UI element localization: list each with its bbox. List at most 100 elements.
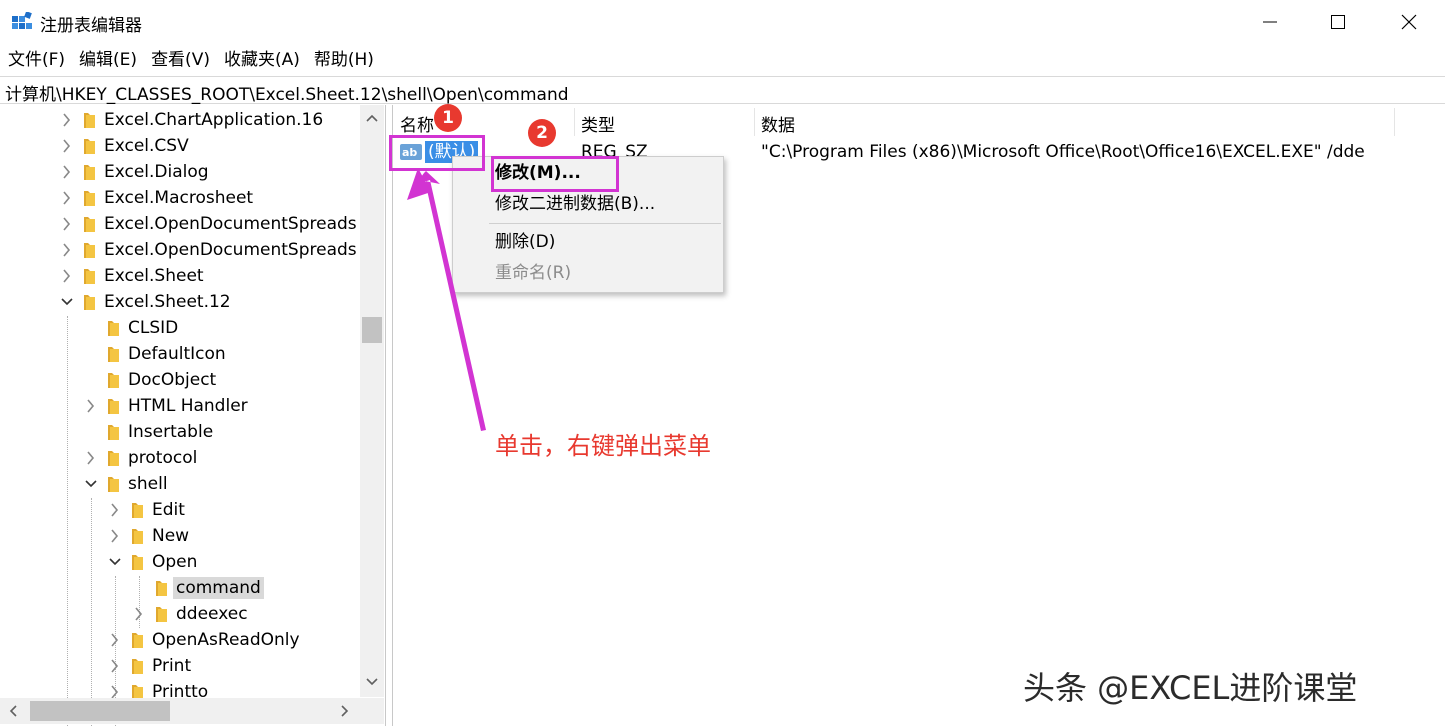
menu-file[interactable]: 文件(F): [0, 46, 71, 74]
tree-item-label: CLSID: [128, 318, 179, 338]
tree-item-label: OpenAsReadOnly: [152, 630, 300, 650]
maximize-icon: [1331, 15, 1345, 29]
tree-scroll-thumb[interactable]: [362, 317, 382, 343]
chevron-right-icon[interactable]: [108, 657, 122, 675]
tree-item[interactable]: command: [0, 575, 360, 601]
tree-item[interactable]: Excel.OpenDocumentSpreads: [0, 211, 360, 237]
column-header-type[interactable]: 类型: [575, 108, 755, 136]
chevron-down-icon[interactable]: [60, 293, 74, 311]
menu-help[interactable]: 帮助(H): [306, 46, 380, 74]
chevron-right-icon[interactable]: [60, 267, 74, 285]
folder-icon: [108, 425, 119, 440]
tree-item[interactable]: ddeexec: [0, 601, 360, 627]
tree-item[interactable]: Excel.Sheet: [0, 263, 360, 289]
folder-icon: [132, 659, 143, 674]
scroll-down-icon[interactable]: [365, 677, 379, 687]
folder-icon: [108, 373, 119, 388]
registry-editor-icon: [12, 12, 32, 29]
pane-splitter[interactable]: [387, 105, 393, 726]
menu-separator: [489, 223, 721, 224]
tree-item-label: Excel.OpenDocumentSpreads: [104, 240, 357, 260]
chevron-right-icon[interactable]: [60, 215, 74, 233]
tree-item[interactable]: HTML Handler: [0, 393, 360, 419]
folder-icon: [108, 477, 119, 492]
scroll-right-icon[interactable]: [340, 704, 350, 718]
tree-item[interactable]: New: [0, 523, 360, 549]
folder-icon: [108, 321, 119, 336]
close-icon: [1401, 14, 1417, 30]
menu-rename[interactable]: 重命名(R): [495, 261, 571, 287]
menu-delete[interactable]: 删除(D): [495, 230, 555, 256]
folder-icon: [132, 555, 143, 570]
tree-item[interactable]: Open: [0, 549, 360, 575]
folder-icon: [84, 165, 95, 180]
chevron-right-icon[interactable]: [60, 241, 74, 259]
folder-icon: [84, 295, 95, 310]
chevron-right-icon[interactable]: [84, 449, 98, 467]
tree-item-label: DefaultIcon: [128, 344, 226, 364]
tree-item[interactable]: Edit: [0, 497, 360, 523]
tree-item[interactable]: Excel.CSV: [0, 133, 360, 159]
tree-item[interactable]: OpenAsReadOnly: [0, 627, 360, 653]
tree-item[interactable]: Excel.Macrosheet: [0, 185, 360, 211]
folder-icon: [84, 191, 95, 206]
tree-item[interactable]: Excel.Dialog: [0, 159, 360, 185]
folder-icon: [132, 529, 143, 544]
key-tree: Excel.ChartApplication.16 Excel.CSV Excel.…: [0, 105, 386, 726]
folder-icon: [156, 581, 167, 596]
column-header-data[interactable]: 数据: [755, 108, 1395, 136]
tree-item[interactable]: Excel.Sheet.12: [0, 289, 360, 315]
chevron-right-icon[interactable]: [60, 163, 74, 181]
tree-item[interactable]: Excel.OpenDocumentSpreads: [0, 237, 360, 263]
tree-item[interactable]: Print: [0, 653, 360, 679]
tree-item-label: Excel.CSV: [104, 136, 189, 156]
tree-item-label: ddeexec: [176, 604, 248, 624]
minimize-button[interactable]: [1234, 0, 1306, 44]
close-button[interactable]: [1373, 0, 1445, 44]
tree-item[interactable]: Excel.ChartApplication.16: [0, 107, 360, 133]
chevron-down-icon[interactable]: [84, 475, 98, 493]
tree-vertical-scrollbar[interactable]: [360, 105, 384, 697]
chevron-down-icon[interactable]: [108, 553, 122, 571]
menu-favorites[interactable]: 收藏夹(A): [216, 46, 306, 74]
tree-item-label: Excel.Sheet.12: [104, 292, 231, 312]
tree-item[interactable]: shell: [0, 471, 360, 497]
tree-item-label: command: [173, 577, 264, 599]
tree-horizontal-scrollbar[interactable]: [0, 698, 360, 724]
scroll-left-icon[interactable]: [8, 704, 18, 718]
tree-item[interactable]: DocObject: [0, 367, 360, 393]
window-title: 注册表编辑器: [40, 16, 142, 36]
tree-item-label: Open: [152, 552, 198, 572]
menu-modify-binary[interactable]: 修改二进制数据(B)...: [495, 192, 655, 218]
folder-icon: [84, 113, 95, 128]
tree-item[interactable]: CLSID: [0, 315, 360, 341]
tree-item-label: Insertable: [128, 422, 214, 442]
tree-item-label: New: [152, 526, 190, 546]
tree-item-label: DocObject: [128, 370, 217, 390]
chevron-right-icon[interactable]: [60, 189, 74, 207]
tree-hscroll-thumb[interactable]: [30, 701, 170, 721]
folder-icon: [132, 633, 143, 648]
chevron-right-icon[interactable]: [60, 111, 74, 129]
tree-item[interactable]: Insertable: [0, 419, 360, 445]
minimize-icon: [1263, 21, 1277, 23]
tree-item[interactable]: DefaultIcon: [0, 341, 360, 367]
scroll-up-icon[interactable]: [365, 113, 379, 123]
value-data: "C:\Program Files (x86)\Microsoft Office…: [761, 142, 1365, 162]
chevron-right-icon[interactable]: [108, 501, 122, 519]
chevron-right-icon[interactable]: [108, 631, 122, 649]
menu-edit[interactable]: 编辑(E): [71, 46, 143, 74]
maximize-button[interactable]: [1302, 0, 1374, 44]
annotation-note: 单击，右键弹出菜单: [495, 432, 711, 460]
tree-item-label: Excel.OpenDocumentSpreads: [104, 214, 357, 234]
chevron-right-icon[interactable]: [108, 527, 122, 545]
chevron-right-icon[interactable]: [60, 137, 74, 155]
tree-item[interactable]: protocol: [0, 445, 360, 471]
address-bar[interactable]: 计算机\HKEY_CLASSES_ROOT\Excel.Sheet.12\she…: [0, 76, 1445, 105]
folder-icon: [84, 217, 95, 232]
chevron-right-icon[interactable]: [84, 397, 98, 415]
folder-icon: [84, 243, 95, 258]
chevron-right-icon[interactable]: [132, 605, 146, 623]
step-badge-1: 1: [434, 104, 462, 132]
menu-view[interactable]: 查看(V): [143, 46, 216, 74]
